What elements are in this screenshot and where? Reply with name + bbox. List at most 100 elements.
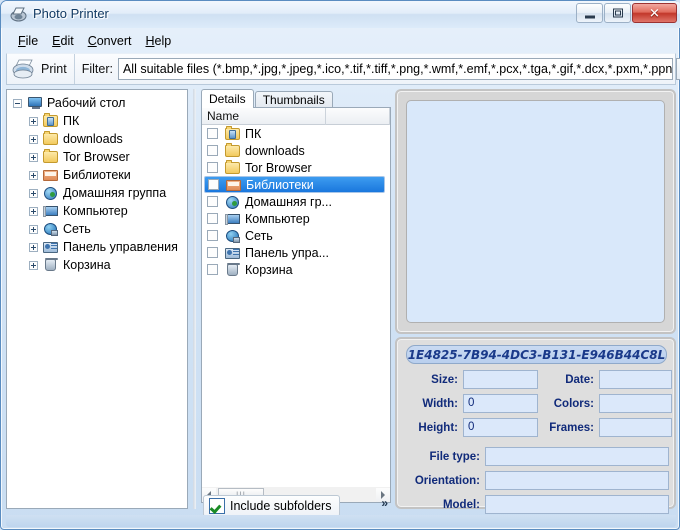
filter-combobox[interactable]: All suitable files (*.bmp,*.jpg,*.jpeg,*… (117, 58, 674, 80)
column-header-row: Name (202, 108, 390, 125)
print-button[interactable]: Print (7, 54, 75, 84)
minimize-button[interactable] (576, 3, 603, 23)
size-value[interactable] (463, 370, 538, 389)
computer-icon (43, 204, 59, 218)
folder-icon (225, 159, 241, 175)
close-button[interactable]: ✕ (632, 3, 677, 23)
height-value[interactable]: 0 (463, 418, 538, 437)
field-date: Date: (542, 370, 672, 389)
list-item[interactable]: downloads (202, 142, 390, 159)
tree-node-label: Сеть (63, 222, 91, 236)
list-item[interactable]: Панель упра... (202, 244, 390, 261)
tree-node-pk[interactable]: ПК (13, 112, 187, 130)
column-header-blank[interactable] (326, 108, 390, 125)
tree-node-tor-browser[interactable]: Tor Browser (13, 148, 187, 166)
libraries-icon (226, 178, 242, 192)
tab-thumbnails[interactable]: Thumbnails (254, 91, 333, 108)
network-icon (225, 229, 241, 243)
colors-value[interactable] (599, 394, 672, 413)
list-item[interactable]: Домашняя гр... (202, 193, 390, 210)
tree-node-desktop[interactable]: Рабочий стол (13, 94, 187, 112)
field-label: Colors: (553, 397, 594, 410)
tree-node-computer[interactable]: Компьютер (13, 202, 187, 220)
orientation-value[interactable] (485, 471, 669, 490)
list-item-selected[interactable]: Библиотеки (204, 176, 385, 193)
list-item[interactable]: Tor Browser (202, 159, 390, 176)
list-item[interactable]: Компьютер (202, 210, 390, 227)
control-panel-icon (43, 240, 59, 254)
file-list[interactable]: Name ПК downloads Tor Browser Библиотеки… (201, 107, 391, 491)
row-checkbox[interactable] (207, 196, 218, 207)
list-item[interactable]: Сеть (202, 227, 390, 244)
field-label: Size: (431, 373, 458, 386)
folder-icon (43, 149, 59, 164)
field-file-type: File type: (406, 447, 669, 466)
expand-icon[interactable] (29, 134, 38, 144)
recycle-bin-icon (43, 258, 59, 272)
field-width: Width: 0 (406, 394, 538, 413)
expand-icon[interactable] (29, 260, 38, 270)
column-header-name[interactable]: Name (202, 108, 326, 125)
list-item[interactable]: ПК (202, 125, 390, 142)
user-folder-icon (43, 113, 59, 128)
list-item-label: Домашняя гр... (245, 194, 332, 209)
image-preview-frame (395, 89, 676, 334)
expand-icon[interactable] (29, 224, 38, 234)
tree-node-recycle-bin[interactable]: Корзина (13, 256, 187, 274)
row-checkbox[interactable] (207, 230, 218, 241)
menu-convert[interactable]: Convert (81, 32, 139, 50)
frames-value[interactable] (599, 418, 672, 437)
model-value[interactable] (485, 495, 669, 514)
include-subfolders-button[interactable]: Include subfolders (203, 495, 341, 517)
file-type-value[interactable] (485, 447, 669, 466)
date-value[interactable] (599, 370, 672, 389)
filter-label: Filter: (81, 62, 113, 76)
tree-node-downloads[interactable]: downloads (13, 130, 187, 148)
expand-icon[interactable] (29, 242, 38, 252)
filter-dropdown-button[interactable] (676, 58, 680, 80)
collapse-icon[interactable] (13, 98, 22, 108)
toolbar: Print Filter: All suitable files (*.bmp,… (6, 53, 680, 85)
image-preview-area[interactable] (406, 100, 665, 323)
folder-tree-panel[interactable]: Рабочий стол ПК downloads Tor Browser Би… (6, 89, 188, 509)
row-checkbox[interactable] (208, 179, 219, 190)
expand-icon[interactable] (29, 116, 38, 126)
homegroup-icon (43, 186, 59, 200)
tree-node-control-panel[interactable]: Панель управления (13, 238, 187, 256)
field-label: File type: (429, 450, 480, 463)
list-item-label: Панель упра... (245, 245, 329, 260)
preview-panel: 1E4825-7B94-4DC3-B131-E946B44C8L Size: D… (395, 89, 676, 514)
expand-icon[interactable] (29, 152, 38, 162)
row-checkbox[interactable] (207, 247, 218, 258)
menu-help[interactable]: Help (138, 32, 178, 50)
filter-value: All suitable files (*.bmp,*.jpg,*.jpeg,*… (122, 62, 673, 76)
expand-icon[interactable] (29, 206, 38, 216)
row-checkbox[interactable] (207, 162, 218, 173)
maximize-button[interactable] (604, 3, 631, 23)
menu-file[interactable]: File (11, 32, 45, 50)
list-item[interactable]: Корзина (202, 261, 390, 278)
title-bar: Photo Printer ✕ (1, 1, 680, 28)
row-checkbox[interactable] (207, 213, 218, 224)
file-list-panel: Details Thumbnails Name ПК downloads Tor… (201, 89, 391, 517)
minimize-icon (584, 15, 595, 19)
tree-node-label: Компьютер (63, 204, 128, 218)
row-checkbox[interactable] (207, 128, 218, 139)
tab-details[interactable]: Details (201, 89, 254, 108)
maximize-icon (612, 8, 623, 18)
close-icon: ✕ (649, 5, 660, 21)
row-checkbox[interactable] (207, 145, 218, 156)
panel-splitter[interactable] (189, 89, 201, 509)
tree-node-homegroup[interactable]: Домашняя группа (13, 184, 187, 202)
tree-node-label: downloads (63, 132, 123, 146)
width-value[interactable]: 0 (463, 394, 538, 413)
row-checkbox[interactable] (207, 264, 218, 275)
folder-tree: Рабочий стол ПК downloads Tor Browser Би… (7, 90, 187, 274)
tree-node-label: Корзина (63, 258, 111, 272)
expand-icon[interactable] (29, 188, 38, 198)
tree-node-network[interactable]: Сеть (13, 220, 187, 238)
menu-edit[interactable]: Edit (45, 32, 81, 50)
expand-icon[interactable] (29, 170, 38, 180)
expand-more-button[interactable]: » (381, 496, 388, 510)
tree-node-libraries[interactable]: Библиотеки (13, 166, 187, 184)
